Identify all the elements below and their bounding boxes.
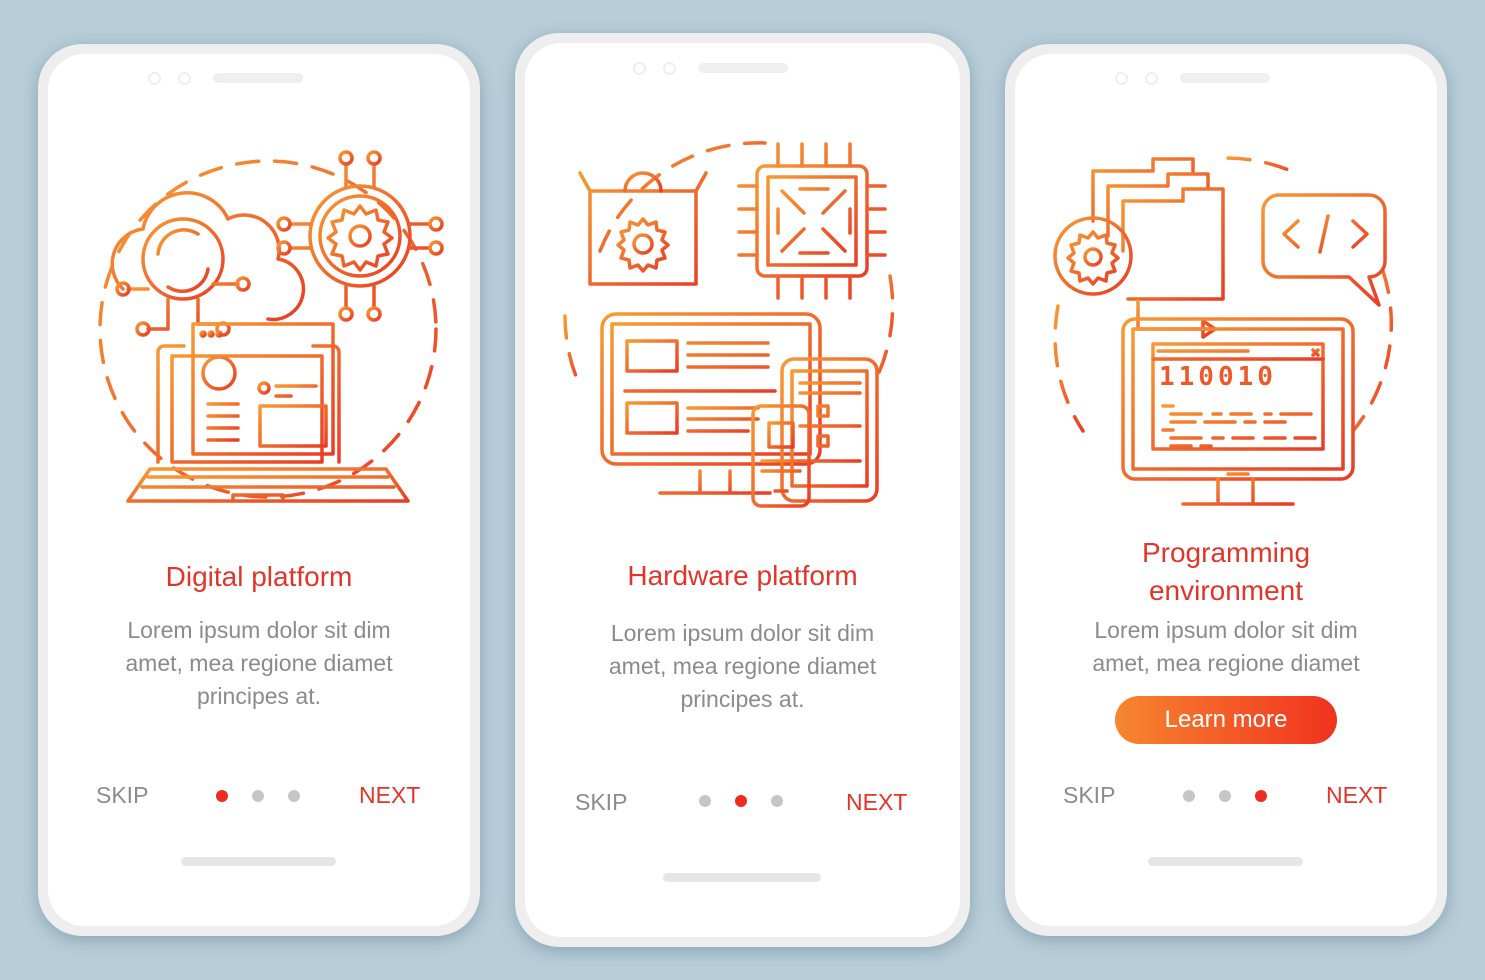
home-indicator[interactable] <box>663 873 821 882</box>
description-line: amet, mea regione diamet <box>1092 650 1360 676</box>
gear-icon <box>1066 230 1120 286</box>
code-speech-bubble-icon <box>1261 193 1387 307</box>
page-dot-active[interactable] <box>735 795 747 807</box>
gear-icon <box>616 217 670 273</box>
description-line: principes at. <box>196 683 321 709</box>
next-button[interactable]: NEXT <box>846 789 907 816</box>
page-dot[interactable] <box>1183 790 1195 802</box>
page-dot[interactable] <box>252 790 264 802</box>
next-button[interactable]: NEXT <box>359 782 420 809</box>
screen-description: Lorem ipsum dolor sit dim amet, mea regi… <box>1015 614 1437 680</box>
speaker-grille <box>213 73 303 83</box>
cloud-gear-laptop-icon <box>98 150 444 503</box>
screen-description: Lorem ipsum dolor sit dim amet, mea regi… <box>525 617 960 716</box>
speaker-grille <box>1180 73 1270 83</box>
skip-button[interactable]: SKIP <box>575 789 627 816</box>
phone-screen-1: Digital platform Lorem ipsum dolor sit d… <box>38 44 480 936</box>
title-line: environment <box>1148 575 1304 606</box>
folders-code-monitor-icon <box>1053 156 1394 506</box>
front-camera <box>148 72 161 85</box>
page-dot[interactable] <box>1219 790 1231 802</box>
screen-3-display: 110010 Programming environment Lorem ips… <box>1015 54 1437 926</box>
page-dot-active[interactable] <box>1255 790 1267 802</box>
front-camera <box>1115 72 1128 85</box>
home-indicator[interactable] <box>1148 857 1303 866</box>
screen-2-display: Hardware platform Lorem ipsum dolor sit … <box>525 43 960 937</box>
screen-title: Digital platform <box>165 561 353 592</box>
speaker-grille <box>698 63 788 73</box>
sync-arrows-icon <box>156 228 210 293</box>
screen-description: Lorem ipsum dolor sit dim amet, mea regi… <box>48 614 470 713</box>
description-line: amet, mea regione diamet <box>608 653 877 679</box>
description-line: Lorem ipsum dolor sit dim <box>1094 617 1358 643</box>
description-line: Lorem ipsum dolor sit dim <box>127 617 391 643</box>
front-camera <box>633 62 646 75</box>
page-dot-active[interactable] <box>216 790 228 802</box>
screen-title: Programming environment <box>1015 534 1437 610</box>
user-avatar-icon <box>201 355 237 391</box>
gear-icon <box>326 204 394 272</box>
dashed-circle <box>598 141 767 253</box>
screen-title: Hardware platform <box>627 560 858 591</box>
front-sensor <box>663 62 676 75</box>
page-indicator <box>1183 790 1267 802</box>
page-dot[interactable] <box>288 790 300 802</box>
phone-screen-2: Hardware platform Lorem ipsum dolor sit … <box>515 33 970 947</box>
box-chip-devices-icon <box>563 141 895 508</box>
tablet-icon <box>780 357 879 503</box>
description-line: principes at. <box>680 686 805 712</box>
dashed-circle <box>1226 156 1300 176</box>
learn-more-button[interactable]: Learn more <box>1115 696 1337 744</box>
box-icon <box>578 171 708 286</box>
description-line: amet, mea regione diamet <box>125 650 393 676</box>
desktop-monitor-icon <box>600 312 822 466</box>
page-indicator <box>699 795 783 807</box>
phone-screen-3: 110010 Programming environment Lorem ips… <box>1005 44 1447 936</box>
screen-1-display: Digital platform Lorem ipsum dolor sit d… <box>48 54 470 926</box>
binary-code-text: 110010 <box>1159 362 1277 392</box>
front-sensor <box>1145 72 1158 85</box>
description-line: Lorem ipsum dolor sit dim <box>610 620 875 646</box>
home-indicator[interactable] <box>181 857 336 866</box>
cloud-icon <box>110 191 306 322</box>
next-button[interactable]: NEXT <box>1326 782 1387 809</box>
page-dot[interactable] <box>699 795 711 807</box>
page-indicator <box>216 790 300 802</box>
front-sensor <box>178 72 191 85</box>
title-line: Programming <box>1141 537 1311 568</box>
skip-button[interactable]: SKIP <box>1063 782 1115 809</box>
skip-button[interactable]: SKIP <box>96 782 148 809</box>
page-dot[interactable] <box>771 795 783 807</box>
